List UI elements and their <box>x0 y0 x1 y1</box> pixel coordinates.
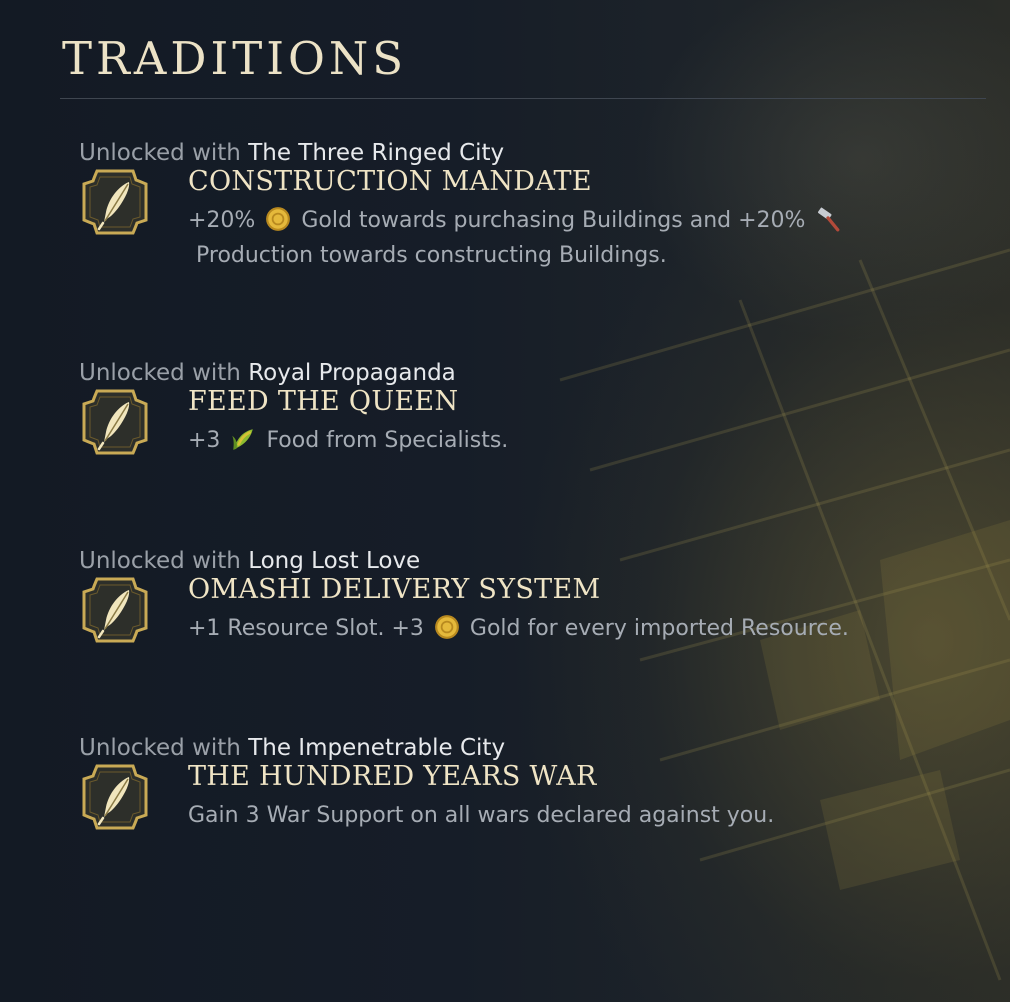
unlock-source: The Impenetrable City <box>248 735 506 761</box>
tradition-name: THE HUNDRED YEARS WAR <box>188 761 597 792</box>
tradition-description: +20% Gold towards purchasing Buildings a… <box>188 203 978 273</box>
unlock-requirement: Unlocked with The Impenetrable City <box>79 735 505 761</box>
tradition-description: +1 Resource Slot. +3 Gold for every impo… <box>188 611 978 646</box>
tradition-name: FEED THE QUEEN <box>188 386 459 417</box>
unlock-label: Unlocked with <box>79 548 241 574</box>
desc-text: Food from Specialists. <box>266 428 509 453</box>
desc-text: +1 Resource Slot. +3 <box>188 616 424 641</box>
unlock-requirement: Unlocked with Long Lost Love <box>79 548 420 574</box>
quill-icon <box>79 761 151 833</box>
tradition-name: OMASHI DELIVERY SYSTEM <box>188 574 601 605</box>
unlock-source: Royal Propaganda <box>248 360 456 386</box>
traditions-panel: TRADITIONS Unlocked with The Three Ringe… <box>0 0 1010 1002</box>
desc-text: Gold for every imported Resource. <box>469 616 849 641</box>
unlock-source: The Three Ringed City <box>248 140 505 166</box>
quill-icon <box>79 574 151 646</box>
tradition-omashi-delivery-system[interactable]: Unlocked with Long Lost Love OMASHI DELI… <box>0 548 1010 688</box>
unlock-label: Unlocked with <box>79 140 241 166</box>
title-divider <box>60 98 986 99</box>
gold-coin-icon <box>265 206 291 232</box>
unlock-source: Long Lost Love <box>248 548 421 574</box>
tradition-description: Gain 3 War Support on all wars declared … <box>188 798 978 833</box>
tradition-name: CONSTRUCTION MANDATE <box>188 166 592 197</box>
tradition-the-hundred-years-war[interactable]: Unlocked with The Impenetrable City THE … <box>0 735 1010 875</box>
panel-title: TRADITIONS <box>62 32 408 85</box>
desc-text: Gain 3 War Support on all wars declared … <box>188 803 775 828</box>
gold-coin-icon <box>434 614 460 640</box>
unlock-requirement: Unlocked with The Three Ringed City <box>79 140 504 166</box>
tradition-feed-the-queen[interactable]: Unlocked with Royal Propaganda FEED THE … <box>0 360 1010 500</box>
unlock-label: Unlocked with <box>79 735 241 761</box>
tradition-description: +3 Food from Specialists. <box>188 423 978 458</box>
unlock-label: Unlocked with <box>79 360 241 386</box>
desc-text: Gold towards purchasing Buildings and +2… <box>301 208 806 233</box>
quill-icon <box>79 386 151 458</box>
desc-text: +20% <box>188 208 256 233</box>
unlock-requirement: Unlocked with Royal Propaganda <box>79 360 456 386</box>
desc-text: +3 <box>188 428 221 453</box>
corn-icon <box>230 426 256 452</box>
desc-text: Production towards constructing Building… <box>196 243 667 268</box>
tradition-construction-mandate[interactable]: Unlocked with The Three Ringed City CONS… <box>0 140 1010 280</box>
hammer-icon <box>815 206 841 232</box>
quill-icon <box>79 166 151 238</box>
